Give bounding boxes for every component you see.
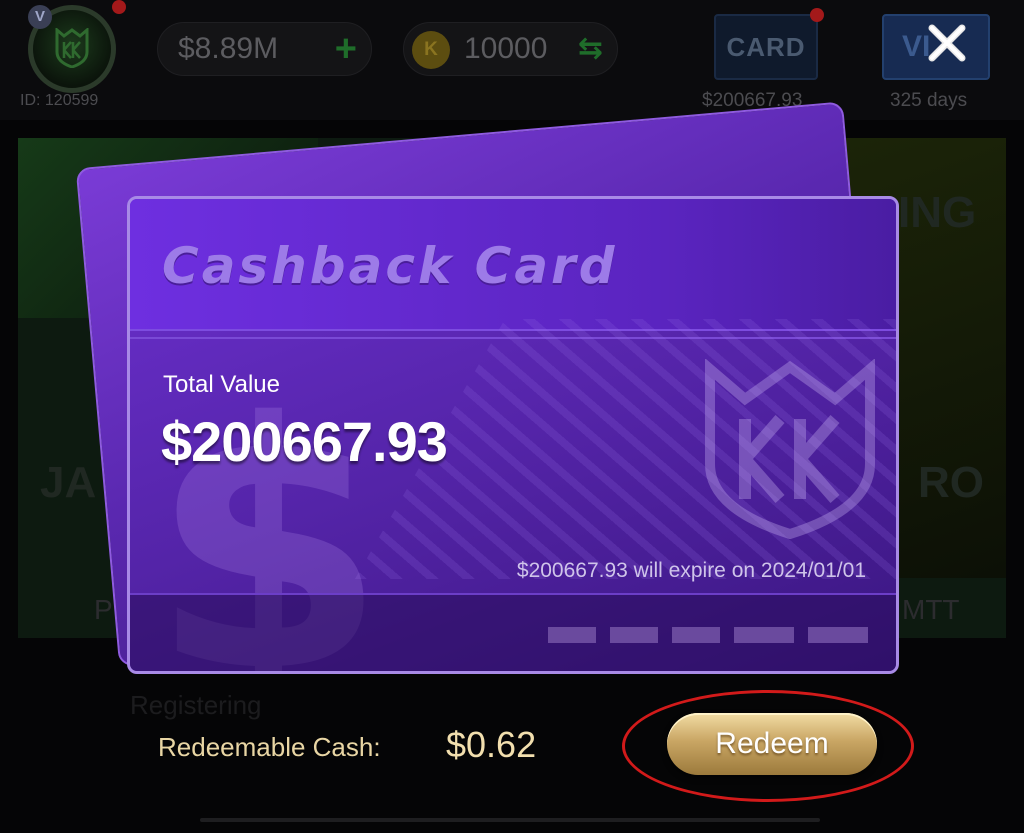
close-icon[interactable] [922, 18, 972, 68]
vip-badge-icon: V [28, 5, 52, 29]
top-bar: V ID: 120599 $8.89M + K 10000 ⇆ CARD $20… [0, 0, 1024, 120]
notification-dot [112, 0, 126, 14]
card-dash-pattern [548, 627, 868, 643]
card-dash [672, 627, 720, 643]
ghost-text-left: JA [40, 458, 97, 507]
add-funds-icon[interactable]: + [335, 23, 357, 75]
shield-emblem-icon [705, 359, 875, 539]
card-dash [610, 627, 658, 643]
card-title: Cashback Card [162, 237, 618, 295]
total-value-amount: $200667.93 [161, 410, 448, 473]
total-value-label: Total Value [163, 371, 280, 398]
balance-pill[interactable]: $8.89M + [157, 22, 372, 76]
tab-mtt[interactable]: MTT [902, 594, 960, 626]
cashback-card: Cashback Card $ Total Value $200667.93 $… [127, 196, 899, 674]
ghost-text-right: RO [918, 458, 984, 507]
coin-pill[interactable]: K 10000 ⇆ [403, 22, 618, 76]
card-notification-dot [810, 8, 824, 22]
coin-icon: K [412, 31, 450, 69]
card-dash [548, 627, 596, 643]
redeemable-cash-value: $0.62 [446, 724, 537, 765]
redeem-button[interactable]: Redeem [667, 713, 877, 775]
coin-value: 10000 [464, 32, 548, 65]
card-header: Cashback Card [130, 199, 896, 331]
vip-days: 325 days [890, 90, 968, 111]
card-dash [808, 627, 868, 643]
bottom-divider [200, 818, 820, 822]
card-dash [734, 627, 794, 643]
balance-value: $8.89M [178, 32, 279, 65]
user-id: ID: 120599 [20, 92, 99, 109]
redeemable-cash-label: Redeemable Cash: [158, 732, 381, 762]
card-footer [130, 593, 896, 671]
shield-logo-icon [55, 28, 89, 68]
exchange-icon[interactable]: ⇆ [578, 23, 603, 75]
registering-label: Registering [130, 690, 262, 720]
expiry-notice: $200667.93 will expire on 2024/01/01 [516, 559, 866, 582]
ghost-text-top-right: ING [898, 188, 977, 237]
card-button[interactable]: CARD [714, 14, 818, 80]
